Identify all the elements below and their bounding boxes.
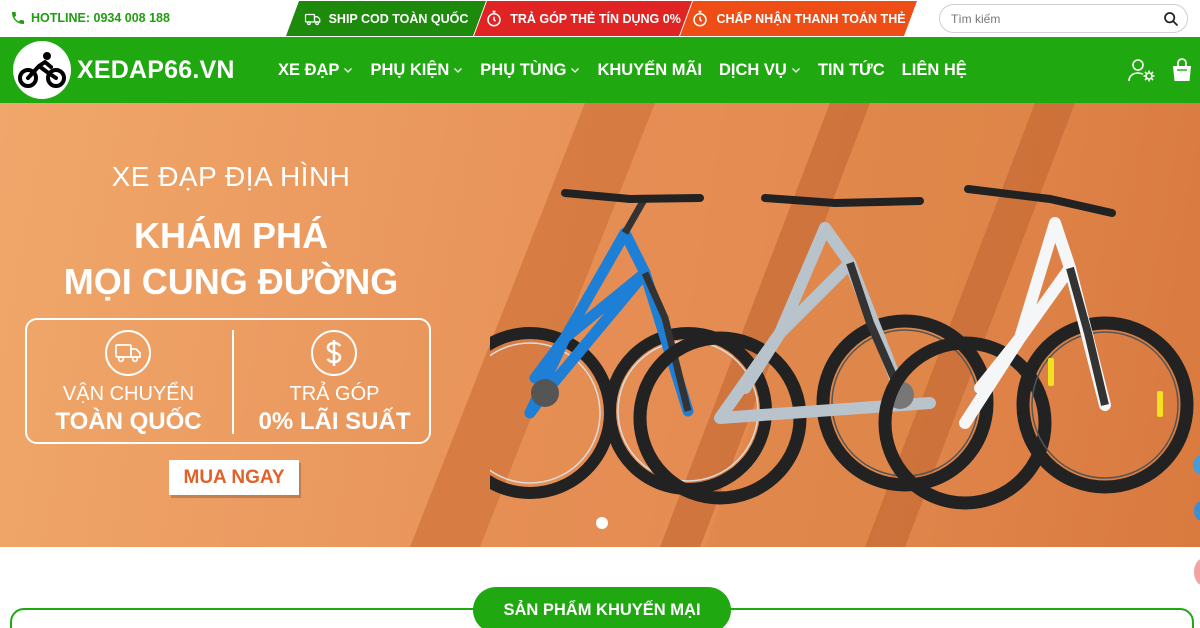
chevron-down-icon [791,68,800,73]
promo-label: SHIP COD TOÀN QUỐC [328,11,469,26]
feature-line2: 0% LÃI SUẤT [258,408,411,435]
nav-label: LIÊN HỆ [901,60,967,79]
stopwatch-icon [485,10,503,28]
feature-shipping: VẬN CHUYỂN TOÀN QUỐC [27,320,230,442]
feature-icon-wrap [105,330,151,376]
dollar-icon [326,340,342,366]
nav-item-phu-tung[interactable]: PHỤ TÙNG [480,61,580,80]
shopping-bag-icon [1173,58,1191,81]
truck-icon [304,10,322,28]
main-nav: XE ĐẠP PHỤ KIỆN PHỤ TÙNG KHUYẾN MÃI DỊCH… [278,37,984,103]
section-title: SẢN PHẨM KHUYẾN MẠI [473,587,731,628]
brand-name: XEDAP66.VN [77,55,235,84]
search-box [939,4,1188,33]
promo-label: CHẤP NHẬN THANH TOÁN THẺ [716,11,906,26]
hotline-label: HOTLINE: 0934 008 188 [31,11,170,25]
nav-item-xe-dap[interactable]: XE ĐẠP [278,61,353,80]
feature-installment: TRẢ GÓP 0% LÃI SUẤT [233,320,436,442]
feature-line2: TOÀN QUỐC [55,408,202,435]
feature-line1: VẬN CHUYỂN [62,383,195,405]
feature-icon-wrap [311,330,357,376]
hero-banner[interactable]: XE ĐẠP ĐỊA HÌNH KHÁM PHÁ MỌI CUNG ĐƯỜNG … [0,103,1200,547]
nav-label: PHỤ KIỆN [370,60,450,79]
nav-item-tin-tuc[interactable]: TIN TỨC [818,61,885,80]
banner-title-line1: KHÁM PHÁ [134,215,328,256]
nav-item-khuyen-mai[interactable]: KHUYẾN MÃI [597,61,702,80]
buy-now-button[interactable]: MUA NGAY [169,460,299,495]
feature-line1: TRẢ GÓP [289,383,380,405]
promo-card-payment[interactable]: CHẤP NHẬN THANH TOÁN THẺ [680,1,917,36]
side-widget[interactable] [1194,558,1200,586]
chevron-down-icon [454,68,463,73]
nav-label: PHỤ TÙNG [480,60,567,79]
slider-dot[interactable] [596,517,608,529]
top-bar: HOTLINE: 0934 008 188 SHIP COD TOÀN QUỐC… [0,0,1200,37]
banner-subtitle: XE ĐẠP ĐỊA HÌNH [111,161,351,192]
promo-installment[interactable]: TRẢ GÓP THẺ TÍN DỤNG 0% [474,1,692,36]
logo[interactable]: XEDAP66.VN [13,41,235,99]
phone-icon [12,12,24,24]
truck-icon [115,344,141,363]
search-input[interactable] [951,6,1151,31]
nav-item-lien-he[interactable]: LIÊN HỆ [902,61,967,80]
promo-ship-cod[interactable]: SHIP COD TOÀN QUỐC [286,1,486,36]
nav-item-phu-kien[interactable]: PHỤ KIỆN [370,61,463,80]
logo-emblem [13,41,71,99]
bike-white [878,185,1194,510]
promo-label: TRẢ GÓP THẺ TÍN DỤNG 0% [510,11,681,26]
stopwatch-icon [691,10,709,28]
cart-button[interactable] [1168,57,1196,83]
nav-item-dich-vu[interactable]: DỊCH VỤ [719,61,801,80]
account-button[interactable] [1128,57,1156,83]
banner-title-line2: MỌI CUNG ĐƯỜNG [63,261,399,302]
nav-label: XE ĐẠP [278,60,340,79]
hotline[interactable]: HOTLINE: 0934 008 188 [10,9,170,27]
nav-label: DỊCH VỤ [718,60,787,79]
nav-label: TIN TỨC [817,60,885,79]
search-icon [1164,12,1178,26]
banner-features: VẬN CHUYỂN TOÀN QUỐC TRẢ GÓP 0% LÃI SUẤT [25,318,431,444]
main-header: XEDAP66.VN XE ĐẠP PHỤ KIỆN PHỤ TÙNG KHUY… [0,37,1200,103]
nav-label: KHUYẾN MÃI [597,60,702,79]
bikes-illustration [490,185,1194,510]
search-button[interactable] [1161,9,1181,29]
chevron-down-icon [344,68,353,73]
chevron-down-icon [571,68,580,73]
user-settings-icon [1128,59,1155,82]
cyclist-icon [18,52,66,88]
